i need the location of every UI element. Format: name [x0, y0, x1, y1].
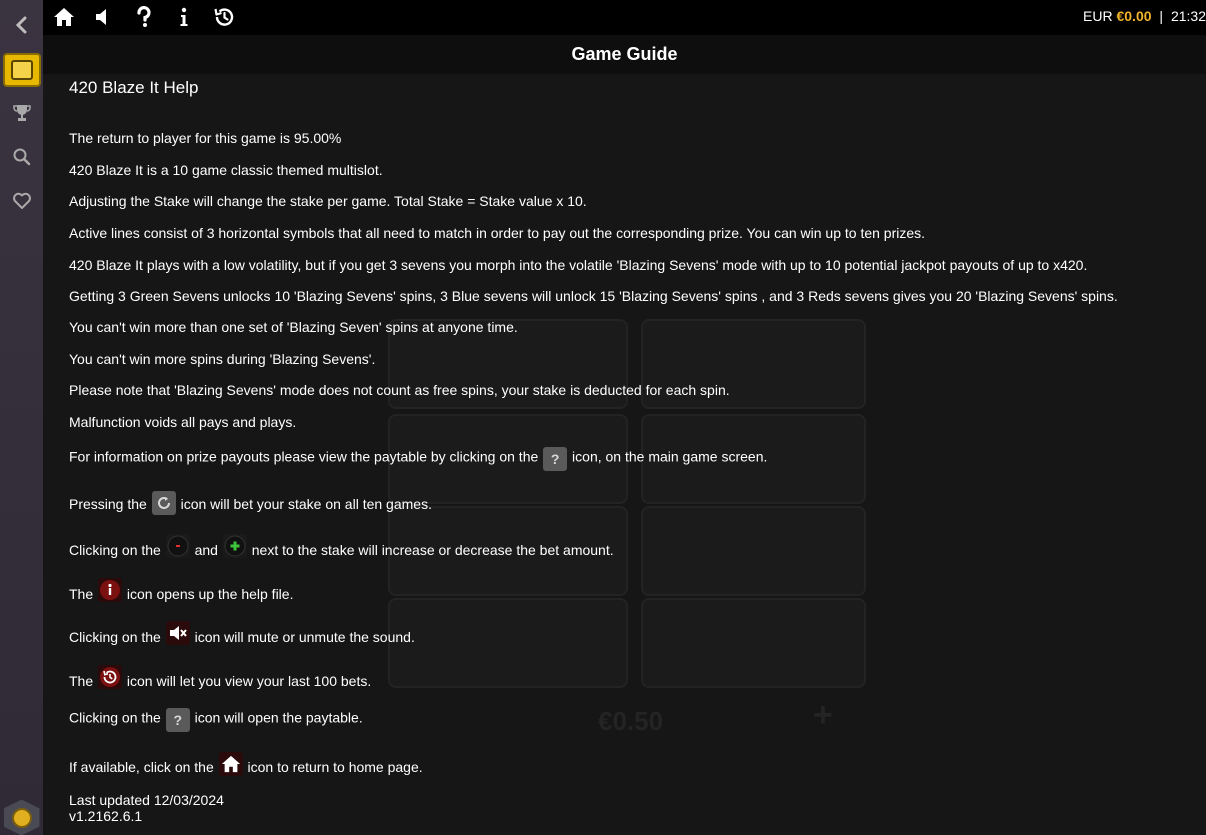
back-button[interactable]	[0, 8, 43, 42]
mute-text-a: Clicking on the	[69, 629, 161, 645]
coin-badge-icon	[3, 799, 40, 835]
adjust-and-text: and	[194, 542, 218, 558]
bg-stake-value: €0.50	[598, 706, 664, 736]
heart-icon	[12, 192, 31, 209]
guide-title: 420 Blaze It Help	[69, 78, 199, 97]
paytable-question-icon: ?	[165, 708, 190, 732]
left-sidebar	[0, 0, 43, 835]
paytable-text-b: icon, on the main game screen.	[572, 448, 768, 465]
help-icon	[137, 6, 151, 27]
search-button[interactable]	[0, 142, 43, 172]
bg-plus-sign: +	[813, 696, 833, 734]
mute-speaker-icon	[165, 621, 190, 645]
balance-value: €0.00	[1116, 8, 1152, 24]
history-text-a: The	[69, 673, 94, 689]
rtp-text: The return to player for this game is 95…	[69, 130, 342, 146]
back-chevron-icon	[15, 16, 26, 34]
open-pay-text-b: icon will open the paytable.	[194, 709, 363, 726]
home-icon	[54, 8, 74, 26]
history-button[interactable]	[211, 4, 237, 30]
clock-time: 21:32	[1170, 8, 1206, 24]
no-more-spins-text: You can't win more spins during 'Blazing…	[69, 351, 376, 367]
last-updated: Last updated 12/03/2024	[69, 792, 224, 808]
bg-reel-panel	[641, 506, 866, 596]
info-circle-icon	[98, 578, 123, 602]
home-button[interactable]	[51, 4, 77, 30]
info-text-a: The	[69, 586, 94, 602]
version-number: v1.2162.6.1	[69, 808, 143, 824]
info-text-b: icon opens up the help file.	[126, 586, 294, 602]
open-paytable-line: Clicking on the ? icon will open the pay…	[69, 708, 363, 732]
volatility-text: 420 Blaze It plays with a low volatility…	[69, 257, 1088, 273]
spin-text-b: icon will bet your stake on all ten game…	[180, 496, 432, 512]
favourites-button[interactable]	[0, 186, 43, 216]
currency-label: EUR	[1083, 8, 1113, 24]
top-bar: EUR €0.00 | 21:32	[43, 0, 1206, 35]
plus-icon	[222, 534, 247, 558]
game-tile-icon	[2, 53, 41, 87]
history-icon	[214, 8, 234, 26]
adjust-text-a: Clicking on the	[69, 542, 161, 558]
trophy-button[interactable]	[0, 98, 43, 128]
open-pay-text-a: Clicking on the	[69, 709, 161, 726]
adjust-text-b: next to the stake will increase or decre…	[251, 542, 614, 558]
minus-icon	[165, 534, 190, 558]
spin-text-a: Pressing the	[69, 496, 147, 512]
stake-adjust-line: Clicking on the and next to the stake wi…	[69, 534, 614, 559]
home-text-b: icon to return to home page.	[247, 759, 423, 775]
bg-reel-panel	[641, 598, 866, 688]
page-title: Game Guide	[571, 44, 678, 64]
sevens-text: Getting 3 Green Sevens unlocks 10 'Blazi…	[69, 288, 1118, 304]
trophy-icon	[12, 105, 31, 121]
rewards-badge[interactable]	[0, 799, 43, 835]
home-info-line: If available, click on the icon to retur…	[69, 752, 423, 776]
paytable-text-a: For information on prize payouts please …	[69, 448, 539, 465]
spin-refresh-icon	[151, 491, 176, 515]
mute-info-line: Clicking on the icon will mute or unmute…	[69, 621, 415, 646]
info-icon	[180, 7, 188, 26]
sound-icon	[96, 9, 106, 25]
mute-text-b: icon will mute or unmute the sound.	[194, 629, 415, 645]
info-button[interactable]	[171, 4, 197, 30]
current-game-button[interactable]	[0, 50, 43, 90]
spin-info-line: Pressing the icon will bet your stake on…	[69, 491, 432, 515]
search-icon	[13, 148, 30, 166]
info-help-line: The icon opens up the help file.	[69, 578, 293, 603]
bg-reel-panel	[388, 598, 628, 688]
separator: |	[1159, 8, 1164, 24]
stake-text: Adjusting the Stake will change the stak…	[69, 193, 587, 209]
home-icon	[218, 752, 243, 776]
intro-text: 420 Blaze It is a 10 game classic themed…	[69, 162, 383, 178]
history-text-b: icon will let you view your last 100 bet…	[126, 673, 372, 689]
history-info-line: The icon will let you view your last 100…	[69, 665, 371, 690]
malfunction-text: Malfunction voids all pays and plays.	[69, 414, 297, 430]
paytable-question-icon: ?	[543, 447, 568, 471]
sound-button[interactable]	[91, 4, 117, 30]
paytable-info-line: For information on prize payouts please …	[69, 447, 767, 471]
home-text-a: If available, click on the	[69, 759, 214, 775]
help-button[interactable]	[131, 4, 157, 30]
history-clock-icon	[98, 665, 123, 689]
lines-text: Active lines consist of 3 horizontal sym…	[69, 225, 926, 241]
balance-display: EUR €0.00 | 21:32	[1083, 8, 1206, 24]
note-text: Please note that 'Blazing Sevens' mode d…	[69, 382, 730, 398]
guide-header: Game Guide	[43, 35, 1206, 74]
one-set-text: You can't win more than one set of 'Blaz…	[69, 319, 518, 335]
